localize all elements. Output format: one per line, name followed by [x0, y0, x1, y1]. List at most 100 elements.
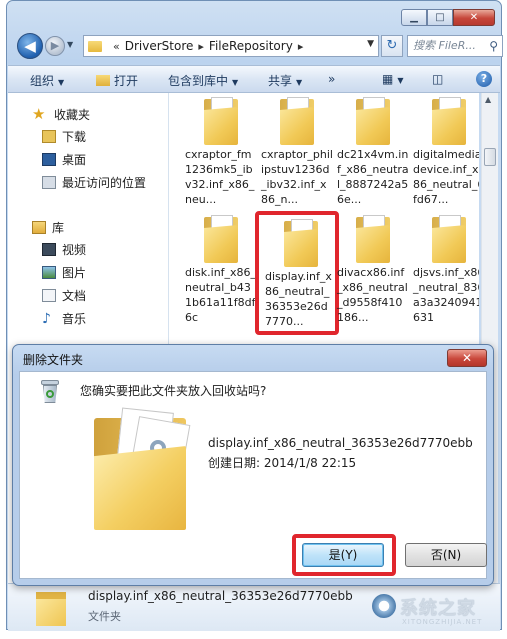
share-menu[interactable]: 共享 ▼ — [268, 72, 302, 89]
folder-item[interactable]: digitalmediadevice.inf_x86_neutral_6fd67… — [411, 97, 479, 207]
organize-menu[interactable]: 组织 ▼ — [30, 72, 64, 89]
folder-icon — [432, 97, 466, 145]
view-options-button[interactable]: ▦ ▼ — [382, 72, 404, 86]
open-folder-icon — [96, 75, 110, 86]
confirm-question: 您确实要把此文件夹放入回收站吗? — [80, 384, 267, 398]
maximize-button[interactable]: □ — [427, 9, 453, 26]
scroll-up-icon[interactable]: ▲ — [485, 95, 491, 104]
folder-icon — [284, 219, 318, 267]
scroll-thumb[interactable] — [484, 148, 496, 166]
nav-libraries[interactable]: 库 — [32, 219, 64, 236]
include-in-library-menu[interactable]: 包含到库中 ▼ — [168, 72, 238, 89]
star-icon: ★ — [32, 105, 46, 123]
folder-preview-icon — [94, 407, 204, 530]
folder-icon — [36, 590, 66, 626]
search-placeholder: 搜索 FileR... — [413, 39, 476, 52]
caret-down-icon: ▼ — [296, 78, 303, 87]
recycle-bin-icon — [40, 380, 60, 404]
nav-pictures[interactable]: 图片 — [42, 264, 86, 281]
open-button[interactable]: 打开 — [96, 72, 138, 89]
breadcrumb-driverstore[interactable]: DriverStore — [125, 39, 194, 53]
refresh-icon: ↻ — [386, 38, 398, 53]
folder-icon — [88, 40, 102, 52]
chevron-right-icon[interactable]: ▸ — [298, 40, 304, 53]
dialog-created-date: 创建日期: 2014/1/8 22:15 — [208, 456, 357, 470]
recent-places-icon — [42, 176, 56, 189]
chevron-right-icon[interactable]: ▸ — [198, 40, 204, 53]
recent-pages-dropdown[interactable]: ▼ — [67, 40, 73, 49]
folder-name: digitalmediadevice.inf_x86_neutral_6fd67… — [413, 148, 479, 206]
nav-favorites[interactable]: ★ 收藏夹 — [32, 105, 90, 123]
folder-item[interactable]: djsvs.inf_x86_neutral_836a3a3240941631 — [411, 215, 479, 325]
minimize-button[interactable]: ▁ — [401, 9, 427, 26]
folder-name: cxraptor_fm1236mk5_ibv32.inf_x86_neu... — [185, 148, 255, 206]
preview-pane-icon: ◫ — [432, 72, 444, 86]
watermark-text: 系统之家 — [400, 598, 476, 619]
minimize-icon: ▁ — [410, 12, 418, 23]
nav-desktop[interactable]: 桌面 — [42, 151, 86, 168]
music-label: 音乐 — [62, 312, 87, 326]
nav-documents[interactable]: 文档 — [42, 287, 86, 304]
help-button[interactable]: ? — [476, 71, 492, 87]
forward-button[interactable]: ▶ — [45, 36, 65, 56]
pictures-icon — [42, 266, 56, 279]
back-arrow-icon: ◀ — [24, 37, 36, 55]
music-note-icon: ♪ — [42, 310, 51, 327]
breadcrumb-filerepository[interactable]: FileRepository — [209, 39, 293, 53]
folder-item[interactable]: cxraptor_philipstuv1236d_ibv32.inf_x86_n… — [259, 97, 335, 207]
downloads-icon — [42, 130, 56, 143]
watermark-logo-icon — [372, 594, 396, 618]
nav-videos[interactable]: 视频 — [42, 241, 86, 258]
folder-item[interactable]: dc21x4vm.inf_x86_neutral_8887242a56e... — [335, 97, 411, 207]
dialog-close-button[interactable]: ✕ — [447, 349, 487, 367]
view-icon: ▦ — [382, 72, 394, 86]
no-button[interactable]: 否(N) — [405, 543, 487, 567]
favorites-label: 收藏夹 — [54, 107, 91, 122]
watermark-subtext: XITONGZHIJIA.NET — [402, 618, 483, 626]
address-bar[interactable]: « DriverStore ▸ FileRepository ▸ ▼ — [83, 35, 379, 57]
nav-music[interactable]: ♪ 音乐 — [42, 310, 86, 327]
libraries-label: 库 — [52, 221, 65, 235]
folder-icon — [204, 97, 238, 145]
video-icon — [42, 243, 56, 256]
folder-icon — [356, 97, 390, 145]
search-input[interactable]: 搜索 FileR... ⚲ — [407, 35, 503, 57]
caret-down-icon: ▼ — [232, 78, 239, 87]
nav-recent-places[interactable]: 最近访问的位置 — [42, 174, 146, 191]
command-bar: 组织 ▼ 打开 包含到库中 ▼ 共享 ▼ » ▦ ▼ ◫ ? — [8, 65, 500, 93]
delete-folder-dialog: 删除文件夹 ✕ 您确实要把此文件夹放入回收站吗? display.inf_x86… — [12, 344, 494, 586]
desktop-icon — [42, 153, 56, 166]
folder-item[interactable]: divacx86.inf_x86_neutral_d9558f410186... — [335, 215, 411, 325]
search-icon[interactable]: ⚲ — [489, 36, 498, 56]
dialog-file-name: display.inf_x86_neutral_36353e26d7770ebb — [208, 436, 473, 450]
help-icon: ? — [480, 72, 488, 85]
folder-item-selected[interactable]: display.inf_x86_neutral_36353e26d7770... — [255, 211, 339, 335]
address-history-dropdown[interactable]: ▼ — [367, 39, 374, 49]
nav-downloads[interactable]: 下载 — [42, 128, 86, 145]
more-commands-button[interactable]: » — [328, 72, 335, 86]
organize-label: 组织 — [30, 74, 55, 88]
back-button[interactable]: ◀ — [17, 33, 43, 59]
details-file-name: display.inf_x86_neutral_36353e26d7770ebb — [88, 589, 353, 603]
folder-item[interactable]: cxraptor_fm1236mk5_ibv32.inf_x86_neu... — [183, 97, 259, 207]
address-row: ◀ ▶ ▼ « DriverStore ▸ FileRepository ▸ ▼… — [13, 33, 503, 59]
documents-label: 文档 — [62, 289, 87, 303]
chevron-left-icon[interactable]: « — [113, 40, 120, 53]
yes-button[interactable]: 是(Y) — [302, 543, 384, 567]
preview-pane-button[interactable]: ◫ — [432, 72, 443, 86]
folder-name: display.inf_x86_neutral_36353e26d7770... — [265, 270, 332, 328]
folder-item[interactable]: disk.inf_x86_neutral_b431b61a11f8df6c — [183, 215, 259, 325]
recent-places-label: 最近访问的位置 — [62, 176, 147, 190]
folder-name: cxraptor_philipstuv1236d_ibv32.inf_x86_n… — [261, 148, 333, 206]
forward-arrow-icon: ▶ — [50, 39, 60, 52]
include-label: 包含到库中 — [168, 74, 229, 88]
folder-name: disk.inf_x86_neutral_b431b61a11f8df6c — [185, 266, 257, 324]
videos-label: 视频 — [62, 243, 87, 257]
refresh-button[interactable]: ↻ — [381, 35, 403, 57]
close-window-button[interactable]: ✕ — [453, 9, 495, 26]
close-icon: ✕ — [469, 12, 479, 23]
pictures-label: 图片 — [62, 266, 87, 280]
folder-icon — [432, 215, 466, 263]
site-watermark: 系统之家 XITONGZHIJIA.NET — [372, 590, 502, 630]
folder-name: divacx86.inf_x86_neutral_d9558f410186... — [337, 266, 408, 324]
